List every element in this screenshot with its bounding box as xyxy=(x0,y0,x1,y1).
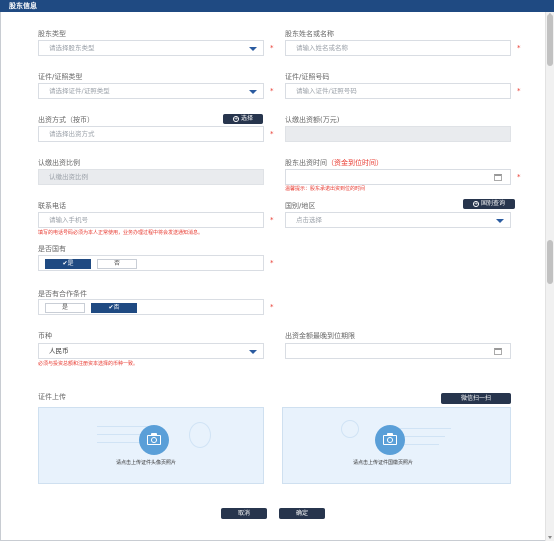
camera-icon xyxy=(375,425,405,455)
state-owned-no-button[interactable]: 否 xyxy=(97,259,137,269)
currency-value: 人民币 xyxy=(49,347,69,355)
currency-hint: 必须与投资总额和注册资本选择的币种一致。 xyxy=(38,361,139,367)
scroll-down-arrow-icon[interactable] xyxy=(548,536,552,539)
region-label: 国别/地区 xyxy=(285,202,316,210)
shareholder-name-input[interactable]: 请输入姓名或名称 xyxy=(285,40,511,56)
cooperation-yes-button[interactable]: 是 xyxy=(45,303,85,313)
contribution-method-label: 出资方式（按币） xyxy=(38,116,94,124)
decor-line xyxy=(97,442,145,443)
chevron-down-icon xyxy=(249,47,257,51)
scrollbar-thumb[interactable] xyxy=(547,240,553,284)
panel-titlebar: 股东信息 xyxy=(0,0,554,12)
state-owned-toggle-group: ✔是 否 xyxy=(38,255,264,271)
currency-label: 币种 xyxy=(38,332,52,340)
id-back-upload-box[interactable]: 请点击上传证件国徽页照片 xyxy=(282,407,511,484)
required-marker: * xyxy=(270,216,274,224)
required-marker: * xyxy=(517,44,521,52)
plus-circle-icon: + xyxy=(472,201,479,207)
contribution-time-label: 股东出资时间（资金到位时间） xyxy=(285,159,383,168)
required-marker: * xyxy=(517,173,521,181)
contribution-time-label-note: （资金到位时间） xyxy=(327,159,383,167)
region-query-button-label: 国别查询 xyxy=(480,200,505,207)
shareholder-name-label: 股东姓名或名称 xyxy=(285,30,334,38)
state-owned-yes-button[interactable]: ✔是 xyxy=(45,259,91,269)
phone-input[interactable]: 请输入手机号 xyxy=(38,212,264,228)
contribution-time-date-input[interactable] xyxy=(285,169,511,185)
select-method-button[interactable]: + 选择 xyxy=(223,114,263,124)
contribution-time-hint: 温馨提示：股东承诺出资到位的时间 xyxy=(285,186,366,192)
required-marker: * xyxy=(270,87,274,95)
id-number-placeholder: 请输入证件/证照号码 xyxy=(296,87,357,95)
required-marker: * xyxy=(270,259,274,267)
required-marker: * xyxy=(270,303,274,311)
panel-title: 股东信息 xyxy=(9,2,37,10)
wechat-scan-button[interactable]: 微信扫一扫 xyxy=(441,393,511,404)
shareholder-type-placeholder: 请选择股东类型 xyxy=(49,44,95,52)
full-payment-deadline-date-input[interactable] xyxy=(285,343,511,359)
required-marker: * xyxy=(270,130,274,138)
calendar-icon xyxy=(494,348,502,355)
chevron-down-icon xyxy=(249,90,257,94)
phone-hint: 填写的电话号码必须为本人正常使用，业务办理过程中将会发送通知消息。 xyxy=(38,230,204,236)
scrollbar-thumb[interactable] xyxy=(547,14,553,66)
cancel-button[interactable]: 取消 xyxy=(221,508,267,519)
phone-placeholder: 请输入手机号 xyxy=(49,216,88,224)
required-marker: * xyxy=(270,44,274,52)
chevron-down-icon xyxy=(496,219,504,223)
id-number-label: 证件/证照号码 xyxy=(285,73,330,81)
cooperation-label: 是否有合作条件 xyxy=(38,290,87,298)
region-query-button[interactable]: + 国别查询 xyxy=(463,199,515,209)
select-method-button-label: 选择 xyxy=(240,115,253,122)
id-front-upload-box[interactable]: 请点击上传证件头像页照片 xyxy=(38,407,264,484)
shareholder-type-select[interactable]: 请选择股东类型 xyxy=(38,40,264,56)
cooperation-toggle-group: 是 ✔否 xyxy=(38,299,264,315)
region-select[interactable]: 点击选择 xyxy=(285,212,511,228)
state-owned-label: 是否国有 xyxy=(38,245,66,253)
contribution-time-label-text: 股东出资时间 xyxy=(285,159,327,167)
id-type-placeholder: 请选择证件/证照类型 xyxy=(49,87,110,95)
id-front-upload-caption: 请点击上传证件头像页照片 xyxy=(116,460,177,466)
phone-label: 联系电话 xyxy=(38,202,66,210)
subscribed-ratio-field: 认缴出资比例 xyxy=(38,169,264,185)
shareholder-name-placeholder: 请输入姓名或名称 xyxy=(296,44,348,52)
id-number-input[interactable]: 请输入证件/证照号码 xyxy=(285,83,511,99)
emblem-silhouette-icon xyxy=(341,420,359,438)
calendar-icon xyxy=(494,174,502,181)
confirm-button[interactable]: 确定 xyxy=(279,508,325,519)
id-type-select[interactable]: 请选择证件/证照类型 xyxy=(38,83,264,99)
cooperation-no-button[interactable]: ✔否 xyxy=(91,303,137,313)
id-type-label: 证件/证照类型 xyxy=(38,73,83,81)
subscribed-amount-field xyxy=(285,126,511,142)
id-back-upload-caption: 请点击上传证件国徽页照片 xyxy=(353,460,414,466)
portrait-silhouette-icon xyxy=(189,422,211,448)
subscribed-ratio-placeholder: 认缴出资比例 xyxy=(49,173,88,181)
plus-circle-icon: + xyxy=(232,116,239,122)
currency-select[interactable]: 人民币 xyxy=(38,343,264,359)
subscribed-ratio-label: 认缴出资比例 xyxy=(38,159,80,167)
contribution-method-input[interactable]: 请选择出资方式 xyxy=(38,126,264,142)
required-marker: * xyxy=(517,87,521,95)
camera-icon xyxy=(139,425,169,455)
contribution-method-placeholder: 请选择出资方式 xyxy=(49,130,95,138)
subscribed-amount-label: 认缴出资额(万元) xyxy=(285,116,340,124)
region-placeholder: 点击选择 xyxy=(296,216,322,224)
upload-label: 证件上传 xyxy=(38,393,66,401)
chevron-down-icon xyxy=(249,350,257,354)
shareholder-type-label: 股东类型 xyxy=(38,30,66,38)
full-payment-deadline-label: 出资金额最晚到位期限 xyxy=(285,332,355,340)
